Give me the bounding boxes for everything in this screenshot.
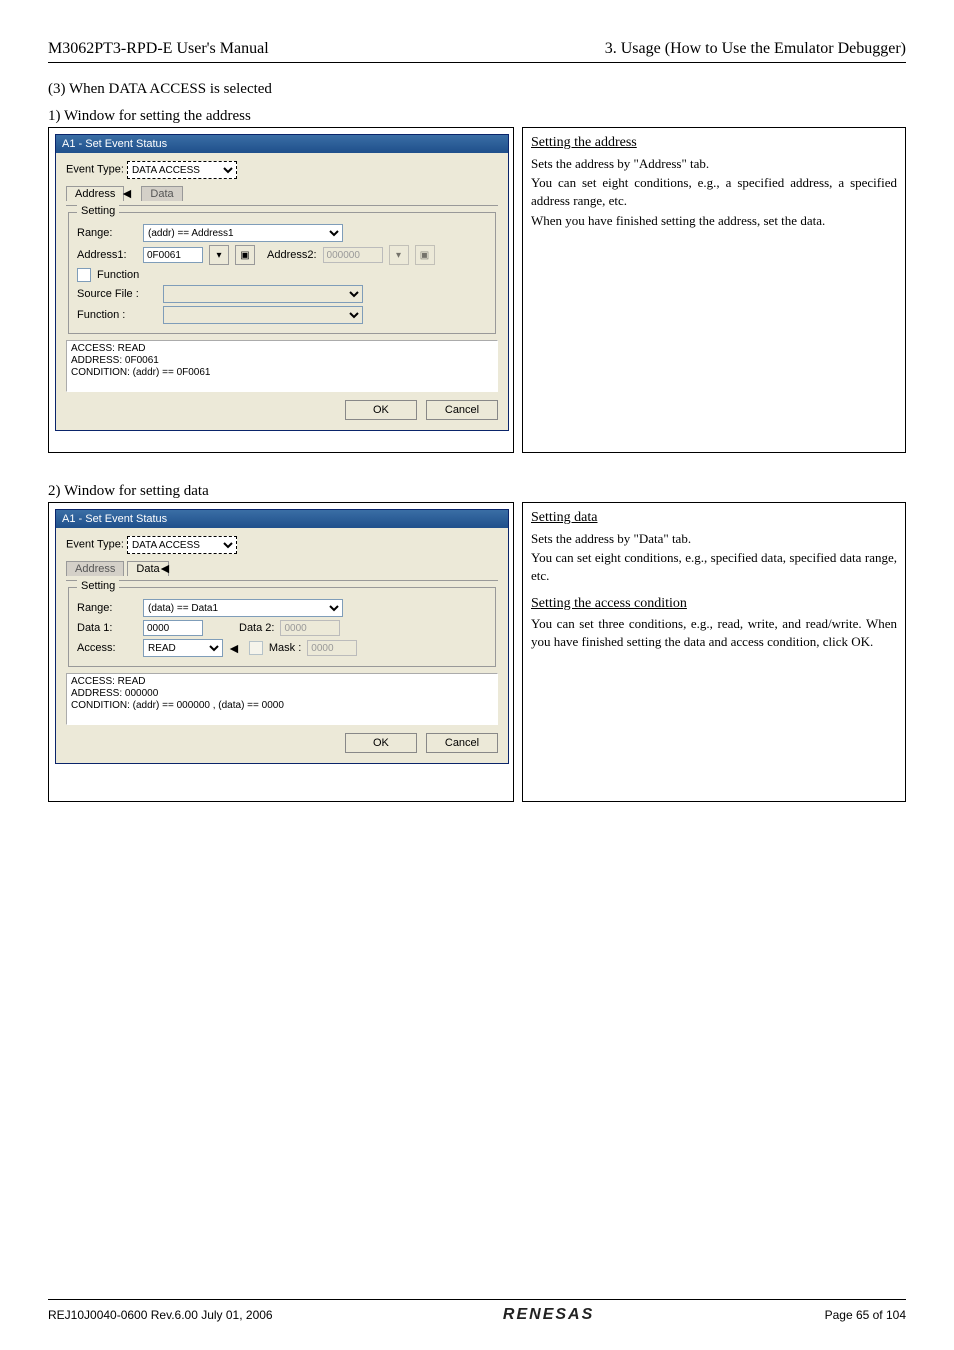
range-select[interactable]: (data) == Data1 — [143, 599, 343, 617]
hdr-right: 3. Usage (How to Use the Emulator Debugg… — [605, 40, 906, 58]
desc-line: When you have finished setting the addre… — [531, 212, 897, 230]
section-title: (3) When DATA ACCESS is selected — [48, 81, 906, 98]
hdr-left: M3062PT3-RPD-E User's Manual — [48, 40, 269, 58]
desc-heading: Setting data — [531, 509, 897, 528]
function-label: Function : — [77, 309, 157, 321]
source-file-label: Source File : — [77, 288, 157, 300]
mask-label: Mask : — [269, 642, 301, 654]
footer-left: REJ10J0040-0600 Rev.6.00 July 01, 2006 — [48, 1308, 273, 1322]
event-type-select[interactable]: DATA ACCESS — [127, 161, 237, 179]
titlebar: A1 - Set Event Status — [56, 135, 508, 153]
ok-button[interactable]: OK — [345, 400, 417, 420]
addr2-input — [323, 247, 383, 263]
tab-address[interactable]: Address — [66, 186, 124, 201]
function-select — [163, 306, 363, 324]
event-type-select[interactable]: DATA ACCESS — [127, 536, 237, 554]
range-select[interactable]: (addr) == Address1 — [143, 224, 343, 242]
desc-heading: Setting the address — [531, 134, 897, 153]
addr1-browse-icon[interactable]: ▣ — [235, 245, 255, 265]
status-box: ACCESS: READ ADDRESS: 000000 CONDITION: … — [66, 673, 498, 725]
access-select[interactable]: READ — [143, 639, 223, 657]
addr2-browse-icon: ▣ — [415, 245, 435, 265]
titlebar: A1 - Set Event Status — [56, 510, 508, 528]
ok-button[interactable]: OK — [345, 733, 417, 753]
hdr-rule — [48, 62, 906, 63]
cancel-button[interactable]: Cancel — [426, 733, 498, 753]
desc-line: Sets the address by "Address" tab. — [531, 155, 897, 173]
function-chk-label: Function — [97, 269, 139, 281]
desc-heading: Setting the access condition — [531, 595, 897, 614]
cancel-button[interactable]: Cancel — [426, 400, 498, 420]
desc-line: You can set eight conditions, e.g., spec… — [531, 549, 897, 584]
event-type-label: Event Type: — [66, 164, 124, 176]
desc-line: You can set three conditions, e.g., read… — [531, 615, 897, 650]
tab-data[interactable]: Data — [141, 186, 182, 201]
part1-description: Setting the address Sets the address by … — [522, 127, 906, 453]
arrow-icon: ◄ — [227, 640, 241, 656]
footer-right: Page 65 of 104 — [825, 1308, 906, 1322]
dialog-window: A1 - Set Event Status Event Type: DATA A… — [55, 509, 509, 764]
desc-line: You can set eight conditions, e.g., a sp… — [531, 174, 897, 209]
status-box: ACCESS: READ ADDRESS: 0F0061 CONDITION: … — [66, 340, 498, 392]
addr1-input[interactable] — [143, 247, 203, 263]
mask-input — [307, 640, 357, 656]
desc-line: Sets the address by "Data" tab. — [531, 530, 897, 548]
part1-screenshot: A1 - Set Event Status Event Type: DATA A… — [48, 127, 514, 453]
source-file-select — [163, 285, 363, 303]
part2-screenshot: A1 - Set Event Status Event Type: DATA A… — [48, 502, 514, 802]
part2-description: Setting data Sets the address by "Data" … — [522, 502, 906, 802]
footer-rule — [48, 1299, 906, 1300]
addr2-label: Address2: — [267, 249, 317, 261]
renesas-logo: RENESAS — [503, 1306, 594, 1324]
part2-caption: 2) Window for setting data — [48, 483, 906, 500]
data1-input[interactable] — [143, 620, 203, 636]
function-checkbox[interactable] — [77, 268, 91, 282]
range-label: Range: — [77, 227, 137, 239]
addr2-dropdown-icon: ▾ — [389, 245, 409, 265]
addr1-dropdown-icon[interactable]: ▾ — [209, 245, 229, 265]
addr1-label: Address1: — [77, 249, 137, 261]
part1-caption: 1) Window for setting the address — [48, 108, 906, 125]
access-label: Access: — [77, 642, 137, 654]
dialog-window: A1 - Set Event Status Event Type: DATA A… — [55, 134, 509, 431]
event-type-label: Event Type: — [66, 539, 124, 551]
mask-checkbox — [249, 641, 263, 655]
data1-label: Data 1: — [77, 622, 137, 634]
group-label: Setting — [77, 205, 119, 217]
group-label: Setting — [77, 580, 119, 592]
range-label: Range: — [77, 602, 137, 614]
tab-address[interactable]: Address — [66, 561, 124, 576]
tab-data[interactable]: Data — [127, 561, 168, 576]
data2-input — [280, 620, 340, 636]
data2-label: Data 2: — [239, 622, 274, 634]
